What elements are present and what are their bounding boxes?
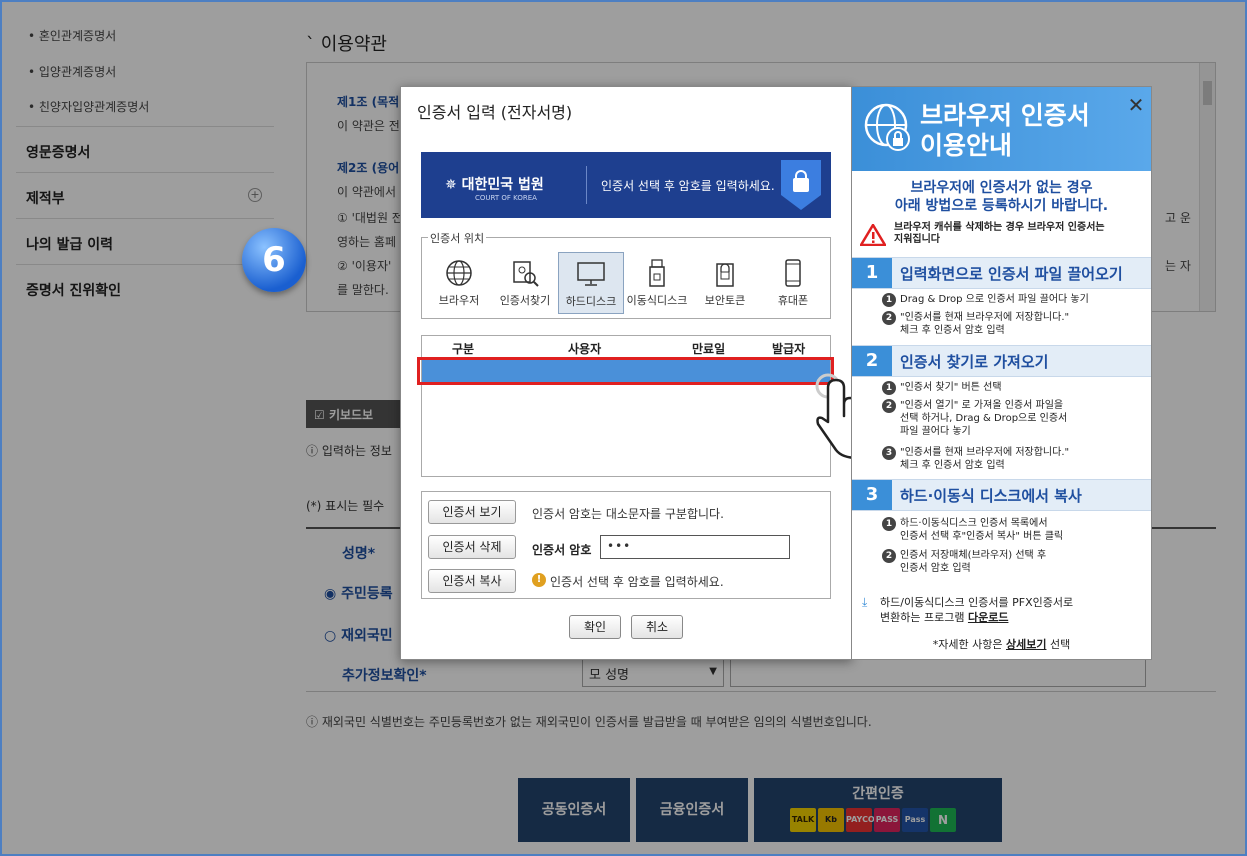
warning-icon: ! [532, 573, 546, 587]
token-icon [716, 263, 734, 287]
ok-button[interactable]: 확인 [569, 615, 621, 639]
download-link[interactable]: 다운로드 [968, 611, 1008, 624]
password-input[interactable]: ••• [600, 535, 790, 559]
copy-cert-button[interactable]: 인증서 복사 [428, 569, 516, 593]
location-browser[interactable]: 브라우저 [426, 252, 492, 314]
cancel-button[interactable]: 취소 [631, 615, 683, 639]
step-title: 하드·이동식 디스크에서 복사 [900, 487, 1082, 505]
court-emblem-icon: ✵ [445, 177, 462, 193]
detail-link[interactable]: 상세보기 [1006, 638, 1046, 651]
step-title: 인증서 찾기로 가져오기 [900, 353, 1049, 371]
caution-icon [860, 224, 886, 246]
close-icon[interactable]: ✕ [1126, 95, 1146, 115]
delete-cert-button[interactable]: 인증서 삭제 [428, 535, 516, 559]
case-info-text: 인증서 암호는 대소문자를 구분합니다. [532, 507, 724, 521]
court-logo: ✵ 대한민국 법원 [445, 177, 544, 193]
guide-item: 3 "인증서를 현재 브라우저에 저장합니다." 체크 후 인증서 암호 입력 [882, 446, 1069, 472]
guide-item: 2 인증서 저장매체(브라우저) 선택 후 인증서 암호 입력 [882, 549, 1046, 575]
step-number: 2 [852, 346, 892, 376]
guide-step-2: 2 인증서 찾기로 가져오기 [852, 345, 1151, 377]
warning-text: 인증서 선택 후 암호를 입력하세요. [550, 575, 724, 589]
dialog-title: 인증서 입력 (전자서명) [417, 103, 573, 122]
detail-info: *자세한 사항은 상세보기 선택 [932, 638, 1071, 651]
lock-icon [781, 160, 821, 210]
step-title: 입력화면으로 인증서 파일 끌어오기 [900, 265, 1123, 283]
cert-location-box: 인증서 위치 브라우저 인증서찾기 하드디스크 이동식디스크 보안토큰 휴대폰 [421, 230, 831, 319]
guide-header: 브라우저 인증서 이용안내 ✕ [852, 87, 1151, 171]
globe-lock-icon [864, 103, 910, 151]
location-phone[interactable]: 휴대폰 [760, 252, 826, 314]
guide-item: 1 Drag & Drop 으로 인증서 파일 끌어다 놓기 [882, 293, 1089, 307]
banner-text: 인증서 선택 후 암호를 입력하세요. [601, 179, 775, 193]
guide-item: 1 하드·이동식디스크 인증서 목록에서 인증서 선택 후"인증서 복사" 버튼… [882, 517, 1063, 543]
col-header-user: 사용자 [568, 342, 602, 356]
location-cert-search[interactable]: 인증서찾기 [492, 252, 558, 314]
guide-item: 2 "인증서를 현재 브라우저에 저장합니다." 체크 후 인증서 암호 입력 [882, 311, 1069, 337]
step-badge: 6 [242, 228, 306, 292]
download-info: ⤓ 하드/이동식디스크 인증서를 PFX인증서로 변환하는 프로그램 다운로드 [862, 595, 1074, 624]
download-icon: ⤓ [862, 595, 868, 609]
browser-cert-guide: 브라우저 인증서 이용안내 ✕ 브라우저에 인증서가 없는 경우 아래 방법으로… [851, 86, 1152, 660]
step-number: 3 [852, 480, 892, 510]
screen-frame: • 혼인관계증명서 • 입양관계증명서 • 친양자입양관계증명서 영문증명서 제… [0, 0, 1247, 856]
monitor-icon [577, 262, 605, 286]
highlight-frame [417, 357, 834, 385]
step-number: 1 [852, 258, 892, 288]
guide-step-3: 3 하드·이동식 디스크에서 복사 [852, 479, 1151, 511]
court-logo-sub: COURT OF KOREA [475, 194, 537, 202]
location-legend: 인증서 위치 [428, 230, 487, 246]
caution-text: 브라우저 캐쉬를 삭제하는 경우 브라우저 인증서는 지워집니다 [894, 222, 1105, 245]
password-label: 인증서 암호 [532, 543, 592, 557]
cert-search-icon [513, 261, 539, 287]
col-header-issuer: 발급자 [772, 342, 806, 356]
col-header-type: 구분 [452, 342, 475, 356]
guide-item: 1 "인증서 찾기" 버튼 선택 [882, 381, 1002, 395]
phone-icon [785, 259, 801, 287]
location-hard-disk[interactable]: 하드디스크 [558, 252, 624, 314]
cert-dialog: 인증서 입력 (전자서명) ✵ 대한민국 법원 COURT OF KOREA 인… [400, 86, 852, 660]
divider [586, 166, 587, 204]
col-header-expiry: 만료일 [692, 342, 726, 356]
court-banner: ✵ 대한민국 법원 COURT OF KOREA 인증서 선택 후 암호를 입력… [421, 152, 831, 218]
view-cert-button[interactable]: 인증서 보기 [428, 500, 516, 524]
guide-step-1: 1 입력화면으로 인증서 파일 끌어오기 [852, 257, 1151, 289]
location-security-token[interactable]: 보안토큰 [692, 252, 758, 314]
location-removable-disk[interactable]: 이동식디스크 [624, 252, 690, 314]
usb-icon [649, 259, 665, 287]
globe-icon [446, 260, 472, 286]
cert-action-box: 인증서 보기 인증서 암호는 대소문자를 구분합니다. 인증서 삭제 인증서 암… [421, 491, 831, 599]
guide-item: 2 "인증서 열기" 로 가져올 인증서 파일을 선택 하거나, Drag & … [882, 399, 1067, 438]
guide-subtitle: 브라우저에 인증서가 없는 경우 아래 방법으로 등록하시기 바랍니다. [894, 180, 1109, 214]
guide-title: 브라우저 인증서 이용안내 [920, 101, 1090, 160]
